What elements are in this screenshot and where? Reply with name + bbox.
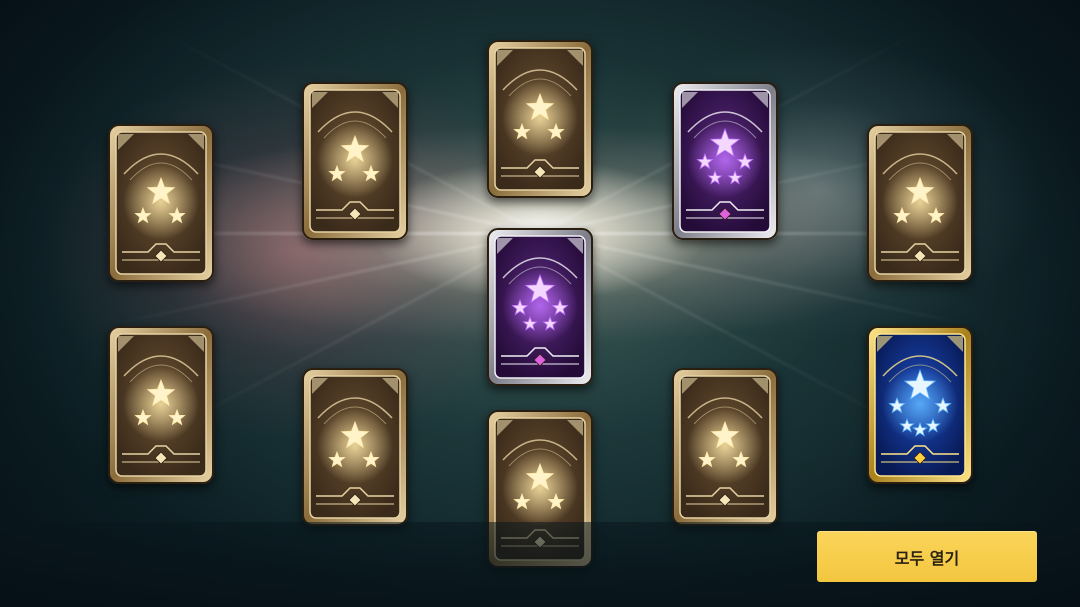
card-reveal-scene: 모두 열기 [0, 0, 1080, 607]
pack-card-bronze[interactable] [672, 368, 778, 526]
three-star-icon [108, 124, 214, 282]
three-star-icon [302, 82, 408, 240]
pack-card-bronze[interactable] [302, 82, 408, 240]
pack-card-silver[interactable] [487, 228, 593, 386]
three-star-icon [302, 368, 408, 526]
pack-card-silver[interactable] [672, 82, 778, 240]
pack-card-bronze[interactable] [108, 326, 214, 484]
pack-card-bronze[interactable] [302, 368, 408, 526]
pack-card-gold[interactable] [867, 326, 973, 484]
three-star-icon [108, 326, 214, 484]
pack-card-bronze[interactable] [108, 124, 214, 282]
five-star-icon [672, 82, 778, 240]
six-star-icon [867, 326, 973, 484]
pack-card-bronze[interactable] [487, 40, 593, 198]
five-star-icon [487, 228, 593, 386]
pack-card-bronze[interactable] [867, 124, 973, 282]
three-star-icon [487, 40, 593, 198]
open-all-button[interactable]: 모두 열기 [817, 531, 1037, 582]
three-star-icon [672, 368, 778, 526]
three-star-icon [867, 124, 973, 282]
